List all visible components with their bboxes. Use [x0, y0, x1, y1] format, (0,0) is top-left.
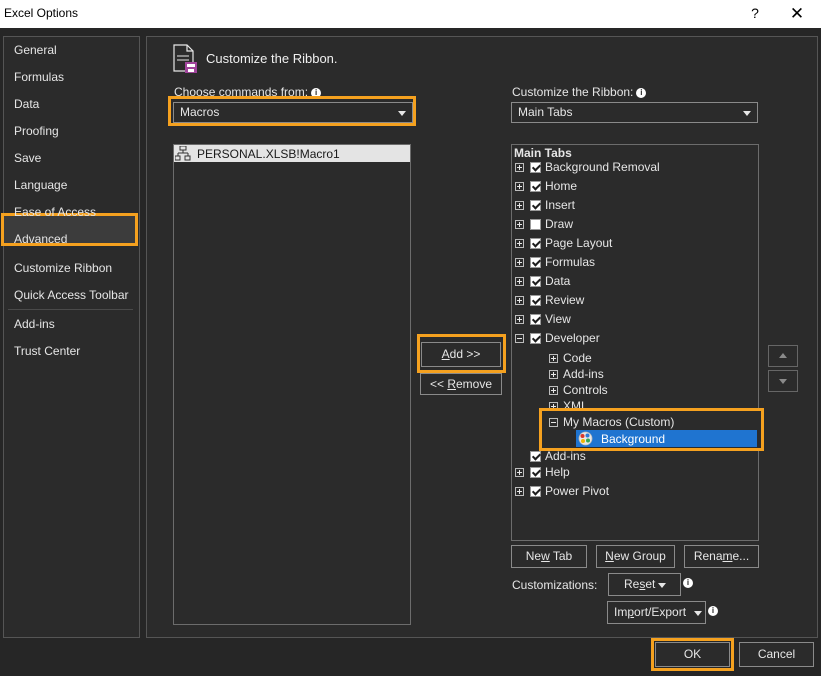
expand-icon[interactable]	[515, 182, 524, 191]
chevron-down-icon	[694, 611, 702, 616]
nav-item-save[interactable]: Save	[14, 151, 41, 165]
page-title: Customize the Ribbon.	[206, 51, 338, 66]
nav-item-proofing[interactable]: Proofing	[14, 124, 59, 138]
tree-item-insert[interactable]: Insert	[514, 196, 754, 215]
title-bar: Excel Options ? ✕	[0, 0, 821, 28]
nav-item-add-ins[interactable]: Add-ins	[14, 317, 55, 331]
help-icon[interactable]: ?	[745, 3, 765, 23]
chevron-down-icon	[658, 583, 666, 588]
checkbox[interactable]	[530, 276, 541, 287]
checkbox[interactable]	[530, 467, 541, 478]
nav-item-quick-access-toolbar[interactable]: Quick Access Toolbar	[14, 288, 129, 302]
expand-icon[interactable]	[549, 370, 558, 379]
reset-button[interactable]: Reset	[608, 573, 681, 596]
new-group-button[interactable]: New Group	[596, 545, 675, 568]
expand-icon[interactable]	[515, 201, 524, 210]
nav-item-formulas[interactable]: Formulas	[14, 70, 64, 84]
expand-icon[interactable]	[515, 296, 524, 305]
macro-item-label: PERSONAL.XLSB!Macro1	[197, 147, 340, 161]
expand-icon[interactable]	[515, 163, 524, 172]
tree-item-add-ins[interactable]: Add-ins	[514, 451, 754, 462]
checkbox[interactable]	[530, 486, 541, 497]
nav-item-language[interactable]: Language	[14, 178, 67, 192]
commands-dropdown-highlight	[168, 96, 416, 126]
tree-item-help[interactable]: Help	[514, 463, 754, 482]
close-icon[interactable]: ✕	[786, 3, 808, 25]
checkbox[interactable]	[530, 295, 541, 306]
nav-item-trust-center[interactable]: Trust Center	[14, 344, 80, 358]
tree-item-view[interactable]: View	[514, 310, 754, 329]
tree-item-draw[interactable]: Draw	[514, 215, 754, 234]
add-button-highlight	[417, 334, 506, 373]
customize-ribbon-value: Main Tabs	[518, 105, 573, 119]
expand-icon[interactable]	[515, 487, 524, 496]
expand-icon[interactable]	[549, 354, 558, 363]
expand-icon[interactable]	[515, 258, 524, 267]
customize-ribbon-dropdown[interactable]: Main Tabs	[511, 102, 758, 123]
expand-icon[interactable]	[515, 468, 524, 477]
macro-icon	[175, 146, 191, 161]
import-export-button[interactable]: Import/Export	[607, 601, 706, 624]
info-icon: i	[708, 606, 718, 616]
checkbox[interactable]	[530, 257, 541, 268]
new-tab-button[interactable]: New Tab	[511, 545, 587, 568]
move-up-button[interactable]	[768, 345, 798, 367]
checkbox[interactable]	[530, 451, 541, 462]
nav-divider	[8, 309, 133, 310]
tree-item-background-removal[interactable]: Background Removal	[514, 158, 754, 177]
expand-icon[interactable]	[515, 315, 524, 324]
checkbox[interactable]	[530, 238, 541, 249]
checkbox[interactable]	[530, 219, 541, 230]
custom-group-highlight	[539, 408, 764, 451]
info-icon: i	[683, 578, 693, 588]
nav-item-ease-of-access[interactable]: Ease of Access	[14, 205, 96, 219]
nav-item-advanced[interactable]: Advanced	[14, 232, 67, 246]
customize-ribbon-label: Customize the Ribbon: i	[512, 85, 647, 99]
nav-item-data[interactable]: Data	[14, 97, 39, 111]
tree-item-data[interactable]: Data	[514, 272, 754, 291]
expand-icon[interactable]	[515, 220, 524, 229]
list-item[interactable]: PERSONAL.XLSB!Macro1	[174, 145, 410, 162]
arrow-down-icon	[779, 379, 787, 384]
checkbox[interactable]	[530, 181, 541, 192]
commands-listbox[interactable]	[173, 144, 411, 625]
ok-button-highlight	[651, 638, 734, 671]
remove-button[interactable]: << Remove	[420, 373, 502, 395]
expand-icon[interactable]	[549, 386, 558, 395]
info-icon: i	[636, 88, 647, 98]
expand-icon[interactable]	[515, 277, 524, 286]
customize-ribbon-icon	[173, 44, 197, 73]
collapse-icon[interactable]	[515, 334, 524, 343]
arrow-up-icon	[779, 353, 787, 358]
checkbox[interactable]	[530, 162, 541, 173]
cancel-button[interactable]: Cancel	[739, 642, 814, 667]
expand-icon[interactable]	[515, 239, 524, 248]
nav-item-customize-ribbon[interactable]: Customize Ribbon	[14, 261, 112, 275]
tree-item-review[interactable]: Review	[514, 291, 754, 310]
tree-item-developer[interactable]: Developer	[514, 329, 754, 348]
tree-item-formulas[interactable]: Formulas	[514, 253, 754, 272]
tree-item-page-layout[interactable]: Page Layout	[514, 234, 754, 253]
nav-item-general[interactable]: General	[14, 43, 57, 57]
rename-button[interactable]: Rename...	[684, 545, 759, 568]
tree-item-home[interactable]: Home	[514, 177, 754, 196]
customizations-label: Customizations:	[512, 578, 598, 592]
tree-item-power-pivot[interactable]: Power Pivot	[514, 482, 754, 501]
checkbox[interactable]	[530, 314, 541, 325]
chevron-down-icon	[743, 111, 751, 116]
checkbox[interactable]	[530, 333, 541, 344]
move-down-button[interactable]	[768, 370, 798, 392]
window-title: Excel Options	[4, 6, 79, 20]
checkbox[interactable]	[530, 200, 541, 211]
